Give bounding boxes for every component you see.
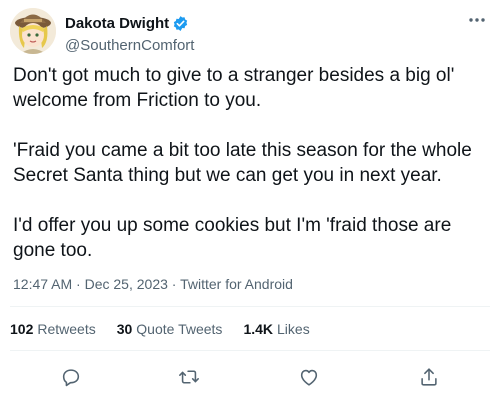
likes-label: Likes bbox=[277, 321, 310, 337]
meta-separator: · bbox=[76, 276, 81, 292]
quotes-stat[interactable]: 30 Quote Tweets bbox=[117, 321, 223, 337]
tweet-meta: 12:47 AM · Dec 25, 2023 · Twitter for An… bbox=[13, 276, 293, 292]
tweet-paragraph: Don't got much to give to a stranger bes… bbox=[13, 65, 455, 111]
reply-icon[interactable] bbox=[56, 362, 86, 392]
likes-count: 1.4K bbox=[243, 321, 274, 337]
more-options-icon[interactable] bbox=[466, 10, 488, 30]
tweet-date[interactable]: Dec 25, 2023 bbox=[85, 276, 168, 292]
likes-stat[interactable]: 1.4K Likes bbox=[243, 321, 309, 337]
tweet-paragraph: I'd offer you up some cookies but I'm 'f… bbox=[13, 215, 452, 261]
meta-separator: · bbox=[171, 276, 177, 292]
tweet-paragraph: 'Fraid you came a bit too late this seas… bbox=[13, 140, 472, 186]
verified-badge-icon bbox=[172, 15, 189, 32]
quotes-label: Quote Tweets bbox=[136, 321, 223, 337]
retweets-stat[interactable]: 102 Retweets bbox=[10, 321, 96, 337]
share-icon[interactable] bbox=[414, 362, 444, 392]
retweet-icon[interactable] bbox=[174, 362, 204, 392]
avatar[interactable] bbox=[10, 8, 56, 54]
divider bbox=[10, 306, 490, 307]
tweet-header: Dakota Dwight @SouthernComfort bbox=[10, 6, 490, 60]
like-icon[interactable] bbox=[294, 362, 324, 392]
quotes-count: 30 bbox=[116, 321, 133, 337]
user-names: Dakota Dwight @SouthernComfort bbox=[65, 13, 194, 55]
retweets-count: 102 bbox=[10, 321, 34, 337]
tweet-stats: 102 Retweets 30 Quote Tweets 1.4K Likes bbox=[10, 321, 331, 337]
retweets-label: Retweets bbox=[37, 321, 96, 337]
divider bbox=[10, 350, 490, 351]
tweet-time[interactable]: 12:47 AM bbox=[13, 276, 72, 292]
user-handle[interactable]: @SouthernComfort bbox=[65, 37, 194, 54]
tweet-text: Don't got much to give to a stranger bes… bbox=[13, 63, 488, 263]
display-name[interactable]: Dakota Dwight bbox=[65, 15, 169, 32]
action-bar bbox=[0, 362, 500, 392]
tweet-source[interactable]: Twitter for Android bbox=[180, 276, 293, 292]
